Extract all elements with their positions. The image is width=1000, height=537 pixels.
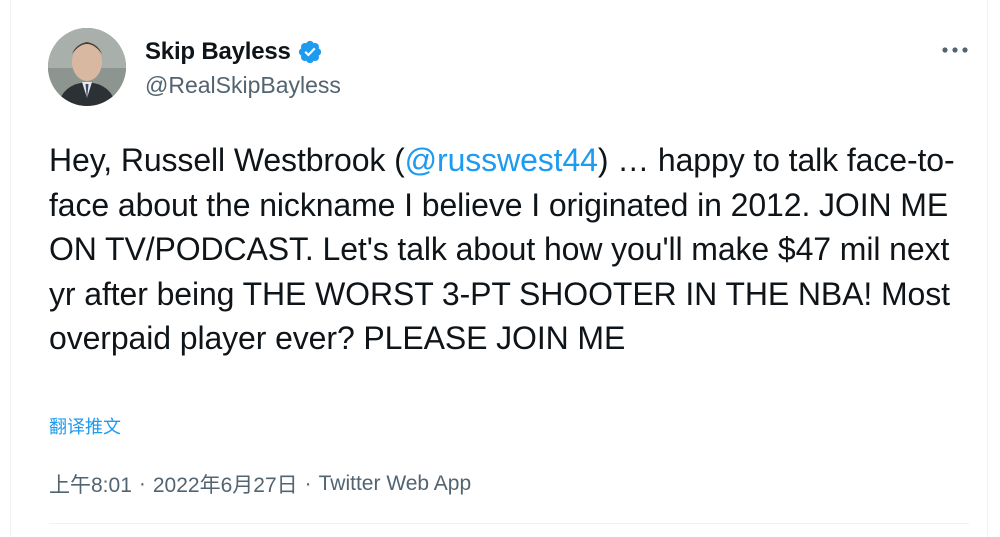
meta-separator: · — [138, 472, 146, 495]
tweet-text-part: Hey, Russell Westbrook ( — [49, 142, 405, 178]
meta-separator: · — [304, 472, 312, 495]
tweet-text: Hey, Russell Westbrook (@russwest44) … h… — [49, 138, 969, 361]
divider — [49, 523, 969, 524]
tweet-date[interactable]: 2022年6月27日 — [153, 469, 298, 499]
verified-badge-icon — [298, 40, 321, 64]
tweet-time[interactable]: 上午8:01 — [49, 469, 132, 499]
more-options-button[interactable] — [937, 38, 973, 62]
author-display-name[interactable]: Skip Bayless — [145, 38, 291, 66]
mention-link[interactable]: @russwest44 — [405, 142, 598, 178]
author-avatar[interactable] — [48, 28, 126, 106]
translate-tweet-link[interactable]: 翻译推文 — [49, 413, 121, 439]
author-name-row: Skip Bayless — [145, 38, 323, 66]
avatar-photo — [48, 28, 126, 106]
tweet-meta: 上午8:01 · 2022年6月27日 · Twitter Web App — [49, 469, 471, 499]
more-options-icon — [942, 47, 968, 53]
author-handle[interactable]: @RealSkipBayless — [145, 72, 341, 99]
tweet-card: Skip Bayless @RealSkipBayless Hey, Russe… — [10, 0, 988, 537]
tweet-source[interactable]: Twitter Web App — [319, 472, 472, 496]
